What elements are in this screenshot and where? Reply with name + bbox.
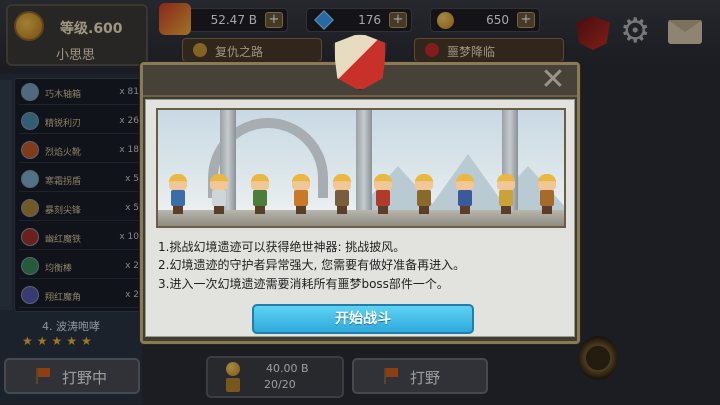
hero-armor xyxy=(212,190,226,206)
ruins-challenge-dialog: ✕ 1.挑战幻境遗迹可以获得绝世神器: 挑战披风。 2.幻境遗迹的守护者异常强大… xyxy=(140,33,580,344)
ruins-scene-image xyxy=(156,108,566,228)
hero-armor xyxy=(499,190,513,206)
hero-legs xyxy=(255,206,265,214)
hero-head xyxy=(292,174,310,190)
rule-line-1: 1.挑战幻境遗迹可以获得绝世神器: 挑战披风。 xyxy=(158,240,406,254)
hero-armor xyxy=(171,190,185,206)
rule-line-2: 2.幻境遗迹的守护者异常强大, 您需要有做好准备再进入。 xyxy=(158,258,466,272)
hero-head xyxy=(210,174,228,190)
hero-head xyxy=(169,174,187,190)
hero-legs xyxy=(296,206,306,214)
hero-legs xyxy=(337,206,347,214)
ruin-pillar xyxy=(356,110,372,214)
hero-armor xyxy=(253,190,267,206)
hero-legs xyxy=(214,206,224,214)
hero-head xyxy=(333,174,351,190)
hero-legs xyxy=(542,206,552,214)
hero-head xyxy=(374,174,392,190)
hero-head xyxy=(538,174,556,190)
hero-sprite xyxy=(330,174,354,214)
hero-sprite xyxy=(371,174,395,214)
start-battle-button[interactable]: 开始战斗 xyxy=(252,304,474,334)
hero-legs xyxy=(173,206,183,214)
hero-armor xyxy=(417,190,431,206)
hero-armor xyxy=(458,190,472,206)
hero-legs xyxy=(419,206,429,214)
hero-sprite xyxy=(207,174,231,214)
close-icon[interactable]: ✕ xyxy=(539,65,567,95)
dialog-body: 1.挑战幻境遗迹可以获得绝世神器: 挑战披风。 2.幻境遗迹的守护者异常强大, … xyxy=(145,99,575,337)
hero-legs xyxy=(501,206,511,214)
hero-armor xyxy=(376,190,390,206)
hero-sprite xyxy=(453,174,477,214)
hero-legs xyxy=(460,206,470,214)
hero-head xyxy=(497,174,515,190)
hero-legs xyxy=(378,206,388,214)
hero-sprite xyxy=(494,174,518,214)
hero-head xyxy=(456,174,474,190)
hero-sprite xyxy=(535,174,559,214)
rule-line-3: 3.进入一次幻境遗迹需要消耗所有噩梦boss部件一个。 xyxy=(158,277,449,291)
hero-armor xyxy=(335,190,349,206)
hero-armor xyxy=(540,190,554,206)
hero-sprite xyxy=(166,174,190,214)
hero-head xyxy=(415,174,433,190)
hero-sprite xyxy=(289,174,313,214)
hero-armor xyxy=(294,190,308,206)
hero-sprite xyxy=(248,174,272,214)
hero-head xyxy=(251,174,269,190)
hero-sprite xyxy=(412,174,436,214)
